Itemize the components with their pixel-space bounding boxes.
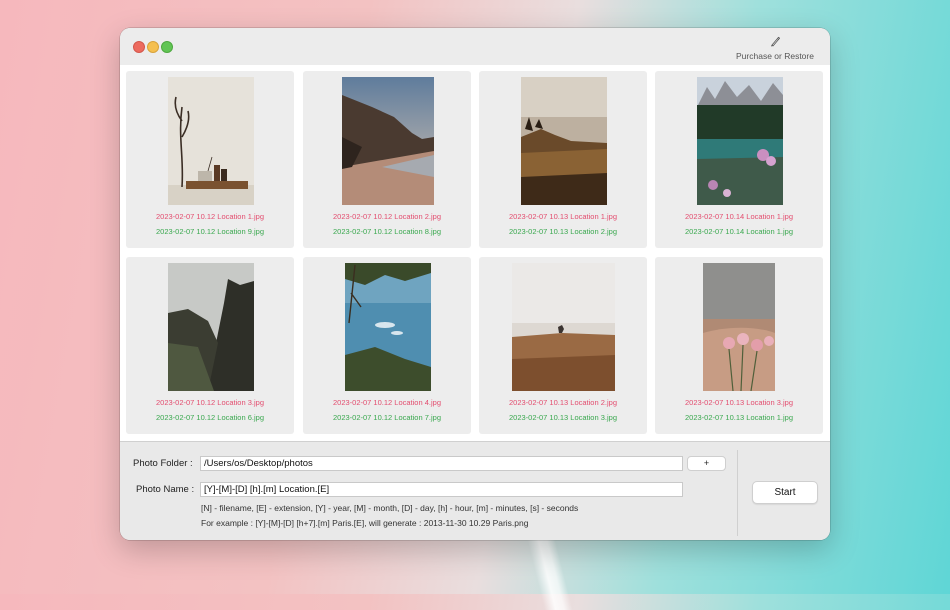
format-example-text: For example : [Y]-[M]-[D] [h+7].[m] Pari… [201,518,529,528]
photo-thumbnail [697,77,783,205]
settings-panel: Photo Folder : /Users/os/Desktop/photos … [120,441,830,540]
photo-card[interactable]: 2023-02-07 10.14 Location 1.jpg 2023-02-… [655,71,823,248]
format-help-text: [N] - filename, [E] - extension, [Y] - y… [201,503,579,513]
start-button[interactable]: Start [752,481,818,504]
photo-name-field[interactable]: [Y]-[M]-[D] [h].[m] Location.[E] [200,482,683,497]
original-filename: 2023-02-07 10.13 Location 2.jpg [508,398,617,407]
photo-card[interactable]: 2023-02-07 10.13 Location 3.jpg 2023-02-… [655,257,823,434]
panel-divider [737,450,738,536]
new-filename: 2023-02-07 10.12 Location 9.jpg [155,227,264,236]
photo-card[interactable]: 2023-02-07 10.13 Location 1.jpg 2023-02-… [479,71,647,248]
original-filename: 2023-02-07 10.12 Location 4.jpg [332,398,441,407]
new-filename: 2023-02-07 10.14 Location 1.jpg [684,227,793,236]
photo-thumbnail [345,263,431,391]
photo-grid[interactable]: 2023-02-07 10.12 Location 1.jpg 2023-02-… [120,65,830,441]
app-window: Purchase or Restore 2023-02-07 10.12 Loc… [120,28,830,540]
photo-card[interactable]: 2023-02-07 10.12 Location 3.jpg 2023-02-… [126,257,294,434]
new-filename: 2023-02-07 10.13 Location 2.jpg [508,227,617,236]
title-bar: Purchase or Restore [120,28,830,66]
pen-icon [771,36,780,47]
maximize-button[interactable] [161,41,173,53]
photo-thumbnail [703,263,775,391]
photo-card[interactable]: 2023-02-07 10.12 Location 1.jpg 2023-02-… [126,71,294,248]
original-filename: 2023-02-07 10.13 Location 3.jpg [684,398,793,407]
photo-name-label: Photo Name : [136,484,195,495]
close-button[interactable] [133,41,145,53]
photo-thumbnail [512,263,615,391]
original-filename: 2023-02-07 10.14 Location 1.jpg [684,212,793,221]
photo-thumbnail [168,77,254,205]
new-filename: 2023-02-07 10.12 Location 8.jpg [332,227,441,236]
new-filename: 2023-02-07 10.13 Location 3.jpg [508,413,617,422]
photo-card[interactable]: 2023-02-07 10.12 Location 4.jpg 2023-02-… [303,257,471,434]
new-filename: 2023-02-07 10.12 Location 7.jpg [332,413,441,422]
original-filename: 2023-02-07 10.12 Location 2.jpg [332,212,441,221]
original-filename: 2023-02-07 10.13 Location 1.jpg [508,212,617,221]
photo-card[interactable]: 2023-02-07 10.13 Location 2.jpg 2023-02-… [479,257,647,434]
purchase-restore-button[interactable]: Purchase or Restore [730,35,820,61]
original-filename: 2023-02-07 10.12 Location 1.jpg [155,212,264,221]
photo-folder-field[interactable]: /Users/os/Desktop/photos [200,456,683,471]
minimize-button[interactable] [147,41,159,53]
photo-thumbnail [521,77,607,205]
background-streak [527,540,573,610]
photo-thumbnail [168,263,254,391]
purchase-label: Purchase or Restore [736,51,814,61]
add-folder-button[interactable]: + [687,456,726,471]
new-filename: 2023-02-07 10.13 Location 1.jpg [684,413,793,422]
new-filename: 2023-02-07 10.12 Location 6.jpg [155,413,264,422]
photo-folder-label: Photo Folder : [133,458,193,469]
photo-thumbnail [342,77,434,205]
photo-card[interactable]: 2023-02-07 10.12 Location 2.jpg 2023-02-… [303,71,471,248]
original-filename: 2023-02-07 10.12 Location 3.jpg [155,398,264,407]
